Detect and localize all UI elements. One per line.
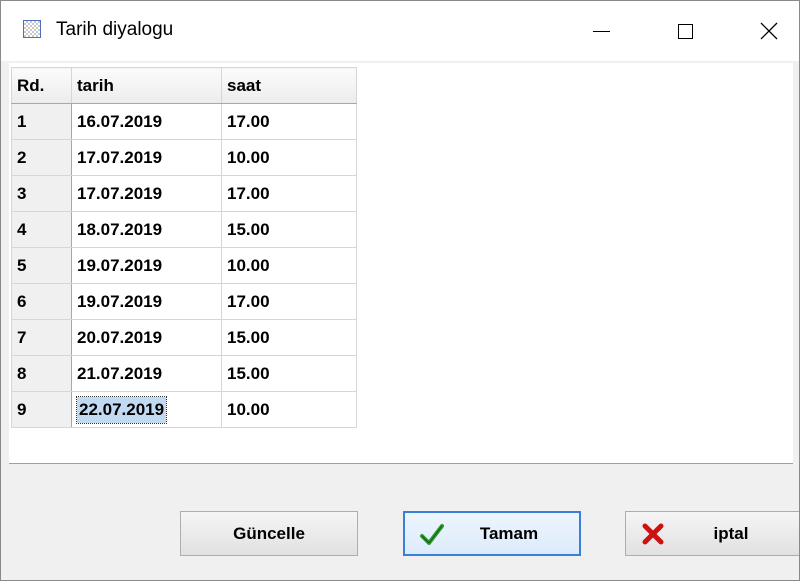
title-bar[interactable]: Tarih diyalogu <box>1 1 799 61</box>
saat-cell[interactable]: 15.00 <box>221 211 357 248</box>
row-number-cell[interactable]: 2 <box>11 139 72 176</box>
tarih-cell[interactable]: 19.07.2019 <box>71 283 222 320</box>
close-button[interactable] <box>739 1 799 61</box>
iptal-button[interactable]: iptal <box>625 511 799 556</box>
column-header-tarih[interactable]: tarih <box>71 67 222 104</box>
saat-cell[interactable]: 17.00 <box>221 175 357 212</box>
cross-icon <box>642 523 664 545</box>
table-row[interactable]: 4 18.07.2019 15.00 <box>11 211 357 248</box>
guncelle-button[interactable]: Güncelle <box>180 511 358 556</box>
grid-header-row: Rd. tarih saat <box>11 67 357 104</box>
guncelle-button-label: Güncelle <box>233 523 305 543</box>
saat-cell[interactable]: 10.00 <box>221 139 357 176</box>
table-row[interactable]: 6 19.07.2019 17.00 <box>11 283 357 320</box>
saat-cell[interactable]: 10.00 <box>221 391 357 428</box>
tarih-cell[interactable]: 17.07.2019 <box>71 175 222 212</box>
saat-cell[interactable]: 15.00 <box>221 355 357 392</box>
row-number-cell[interactable]: 4 <box>11 211 72 248</box>
table-row[interactable]: 7 20.07.2019 15.00 <box>11 319 357 356</box>
tarih-cell-selected[interactable]: 22.07.2019 <box>71 391 222 428</box>
selected-cell-text: 22.07.2019 <box>75 395 168 424</box>
column-header-rd[interactable]: Rd. <box>11 67 72 104</box>
tarih-cell[interactable]: 16.07.2019 <box>71 103 222 140</box>
tarih-cell[interactable]: 20.07.2019 <box>71 319 222 356</box>
saat-cell[interactable]: 17.00 <box>221 283 357 320</box>
table-row[interactable]: 2 17.07.2019 10.00 <box>11 139 357 176</box>
row-number-cell[interactable]: 9 <box>11 391 72 428</box>
tarih-cell[interactable]: 18.07.2019 <box>71 211 222 248</box>
table-row[interactable]: 1 16.07.2019 17.00 <box>11 103 357 140</box>
close-icon <box>760 22 778 40</box>
table-row[interactable]: 9 22.07.2019 10.00 <box>11 391 357 428</box>
row-number-cell[interactable]: 1 <box>11 103 72 140</box>
minimize-button[interactable] <box>571 1 631 61</box>
window-title: Tarih diyalogu <box>56 19 174 40</box>
tarih-cell[interactable]: 17.07.2019 <box>71 139 222 176</box>
saat-cell[interactable]: 15.00 <box>221 319 357 356</box>
row-number-cell[interactable]: 5 <box>11 247 72 284</box>
tarih-cell[interactable]: 19.07.2019 <box>71 247 222 284</box>
dialog-window: Tarih diyalogu Rd. tarih saat 1 16.07.20… <box>0 0 800 581</box>
iptal-button-label: iptal <box>713 523 749 543</box>
tamam-button[interactable]: Tamam <box>403 511 581 556</box>
row-number-cell[interactable]: 6 <box>11 283 72 320</box>
row-number-cell[interactable]: 8 <box>11 355 72 392</box>
row-number-cell[interactable]: 3 <box>11 175 72 212</box>
table-row[interactable]: 3 17.07.2019 17.00 <box>11 175 357 212</box>
minimize-icon <box>592 30 610 32</box>
date-grid: Rd. tarih saat 1 16.07.2019 17.00 2 17.0… <box>11 67 357 428</box>
row-number-cell[interactable]: 7 <box>11 319 72 356</box>
table-row[interactable]: 5 19.07.2019 10.00 <box>11 247 357 284</box>
tarih-cell[interactable]: 21.07.2019 <box>71 355 222 392</box>
checkmark-icon <box>420 524 444 545</box>
maximize-icon <box>677 23 693 39</box>
date-grid-panel: Rd. tarih saat 1 16.07.2019 17.00 2 17.0… <box>9 63 793 464</box>
column-header-saat[interactable]: saat <box>221 67 357 104</box>
saat-cell[interactable]: 10.00 <box>221 247 357 284</box>
maximize-button[interactable] <box>655 1 715 61</box>
table-row[interactable]: 8 21.07.2019 15.00 <box>11 355 357 392</box>
saat-cell[interactable]: 17.00 <box>221 103 357 140</box>
app-icon <box>23 20 41 38</box>
tamam-button-label: Tamam <box>479 523 539 543</box>
